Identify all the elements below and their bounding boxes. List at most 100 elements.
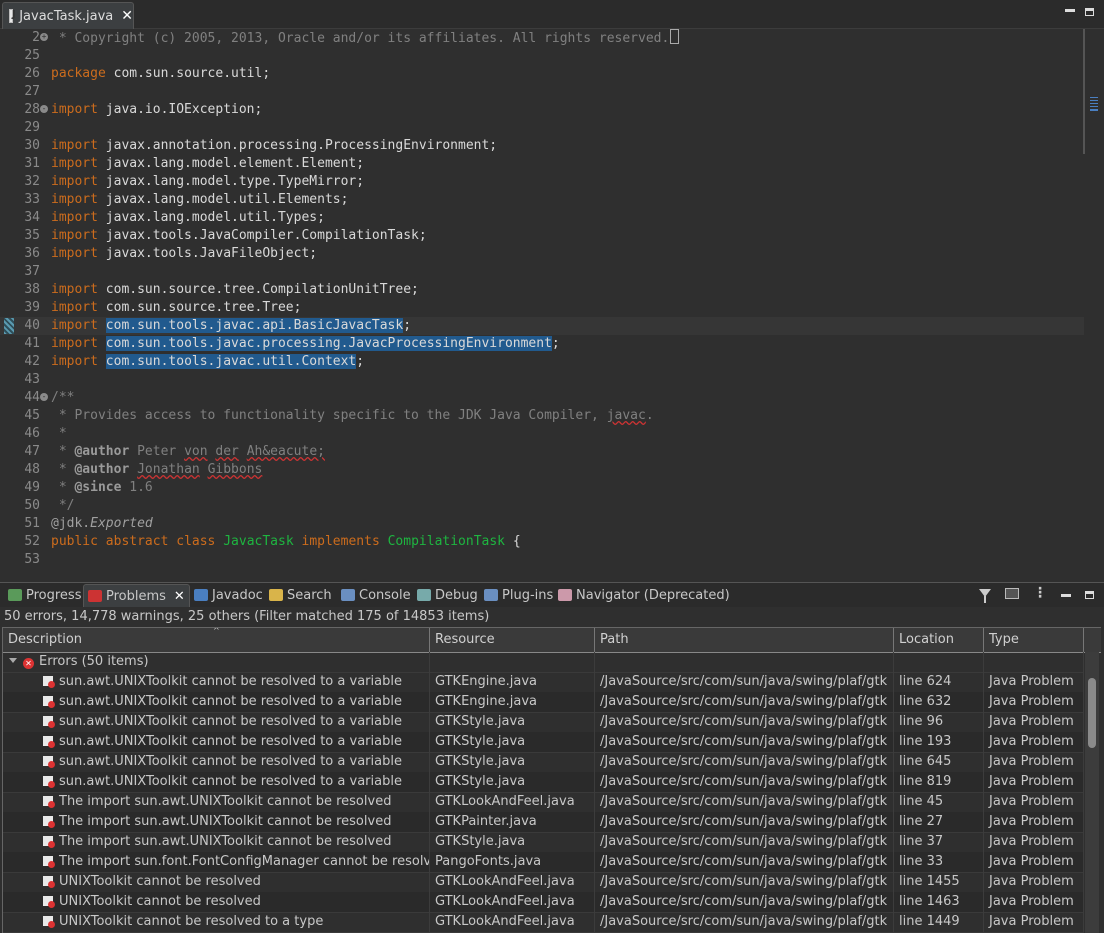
code-text: import com.sun.source.tree.Tree; [51,300,302,315]
code-line[interactable]: 36 import javax.tools.JavaFileObject; [0,245,1084,263]
table-row[interactable]: UNIXToolkit cannot be resolved GTKLookAnd… [3,892,1084,913]
code-line[interactable]: 47 * @author Peter von der Ah&eacute; [0,443,1084,461]
column-header-resource[interactable]: Resource [430,628,595,652]
error-icon [43,876,55,888]
collapse-fold-icon[interactable]: - [40,393,48,401]
code-line[interactable]: 52 public abstract class JavacTask implem… [0,533,1084,551]
table-row[interactable]: sun.awt.UNIXToolkit cannot be resolved t… [3,692,1084,713]
code-line[interactable]: 35 import javax.tools.JavaCompiler.Compil… [0,227,1084,245]
table-row[interactable]: The import sun.awt.UNIXToolkit cannot be… [3,812,1084,833]
code-line[interactable]: 40 import com.sun.tools.javac.api.BasicJa… [0,317,1084,335]
code-line[interactable]: 46 * [0,425,1084,443]
view-tab-label: Plug-ins [502,587,554,603]
line-number: 42 [24,354,40,369]
code-line[interactable]: 38 import com.sun.source.tree.Compilation… [0,281,1084,299]
errors-group-row[interactable]: ✕ Errors (50 items) [3,652,1084,673]
code-line[interactable]: 37 [0,263,1084,281]
table-cell: /JavaSource/src/com/sun/java/swing/plaf/… [595,732,894,752]
view-tab-debug[interactable]: Debug [413,585,478,605]
table-cell: /JavaSource/src/com/sun/java/swing/plaf/… [595,672,894,692]
code-line[interactable]: 33 import javax.lang.model.util.Elements; [0,191,1084,209]
code-line[interactable]: 42 import com.sun.tools.javac.util.Contex… [0,353,1084,371]
code-line[interactable]: 29 [0,119,1084,137]
minimize-icon[interactable] [1065,9,1075,12]
code-line[interactable]: 39 import com.sun.source.tree.Tree; [0,299,1084,317]
problems-summary: 50 errors, 14,778 warnings, 25 others (F… [4,609,490,624]
view-tab-plug-ins[interactable]: Plug-ins [480,585,553,605]
code-line[interactable]: 44-/** [0,389,1084,407]
view-menu-icon[interactable] [1005,587,1019,599]
minimize-icon[interactable] [1061,594,1071,597]
code-line[interactable]: 30 import javax.annotation.processing.Pro… [0,137,1084,155]
table-row[interactable]: sun.awt.UNIXToolkit cannot be resolved t… [3,772,1084,793]
code-text: import com.sun.tools.javac.api.BasicJava… [51,318,412,333]
table-cell: line 1463 [894,892,984,912]
code-editor[interactable]: 2 + * Copyright (c) 2005, 2013, Oracle an… [0,29,1104,574]
table-row[interactable]: UNIXToolkit cannot be resolved GTKLookAnd… [3,872,1084,893]
filter-icon[interactable] [979,589,991,603]
code-line[interactable]: 41 import com.sun.tools.javac.processing.… [0,335,1084,353]
code-line[interactable]: 45 * Provides access to functionality sp… [0,407,1084,425]
collapse-fold-icon[interactable]: - [40,105,48,113]
table-cell: Java Problem [984,732,1084,752]
maximize-icon[interactable] [1085,591,1094,599]
editor-window-controls [1065,4,1094,16]
column-header-path[interactable]: Path [595,628,894,652]
plugins-icon [484,589,498,601]
code-line[interactable]: 28- import java.io.IOException; [0,101,1084,119]
column-header-location[interactable]: Location [894,628,984,652]
java-file-icon [9,9,16,23]
code-line[interactable]: 53 [0,551,1084,569]
code-line[interactable]: 32 import javax.lang.model.type.TypeMirro… [0,173,1084,191]
error-icon [43,816,55,828]
code-line[interactable]: 50 */ [0,497,1084,515]
view-tab-javadoc[interactable]: Javadoc [190,585,263,605]
code-line[interactable]: 25 [0,47,1084,65]
expand-fold-icon[interactable]: + [40,33,48,41]
editor-tab-javactask[interactable]: JavacTask.java ✕ [2,2,134,29]
view-tab-problems[interactable]: Problems ✕ [83,584,190,607]
sort-indicator-icon: ^ [213,627,220,635]
column-header-type[interactable]: Type [984,628,1084,652]
table-cell: The import sun.awt.UNIXToolkit cannot be… [3,832,430,852]
table-row[interactable]: The import sun.awt.UNIXToolkit cannot be… [3,792,1084,813]
code-line[interactable]: 51 @jdk.Exported [0,515,1084,533]
code-line[interactable]: 31 import javax.lang.model.element.Elemen… [0,155,1084,173]
maximize-icon[interactable] [1085,8,1094,16]
view-tab-search[interactable]: Search [265,585,332,605]
view-tab-progress[interactable]: Progress [4,585,81,605]
table-row[interactable]: sun.awt.UNIXToolkit cannot be resolved t… [3,672,1084,693]
view-tab-label: Console [359,587,411,603]
code-line[interactable]: 49 * @since 1.6 [0,479,1084,497]
code-line[interactable]: 26 package com.sun.source.util; [0,65,1084,83]
table-cell: line 819 [894,772,984,792]
table-row[interactable]: The import sun.font.FontConfigManager ca… [3,852,1084,873]
close-icon[interactable]: ✕ [121,8,133,24]
code-text: import javax.tools.JavaFileObject; [51,246,318,261]
scrollbar-thumb[interactable] [1088,678,1096,748]
view-tab-navigator[interactable]: Navigator (Deprecated) [554,585,730,605]
table-cell: The import sun.awt.UNIXToolkit cannot be… [3,792,430,812]
view-tab-label: Navigator (Deprecated) [576,587,730,603]
collapse-icon[interactable] [9,658,17,663]
table-row[interactable]: The import sun.awt.UNIXToolkit cannot be… [3,832,1084,853]
table-row[interactable]: sun.awt.UNIXToolkit cannot be resolved t… [3,712,1084,733]
table-cell: GTKEngine.java [430,672,595,692]
more-options-icon[interactable]: ⋮ [1033,586,1047,600]
code-line[interactable]: 2 + * Copyright (c) 2005, 2013, Oracle an… [0,29,1084,47]
code-line[interactable]: 43 [0,371,1084,389]
line-number: 38 [24,282,40,297]
code-text: * @since 1.6 [51,480,153,495]
code-line[interactable]: 48 * @author Jonathan Gibbons [0,461,1084,479]
table-row[interactable]: sun.awt.UNIXToolkit cannot be resolved t… [3,732,1084,753]
view-tab-console[interactable]: Console [337,585,411,605]
code-line[interactable]: 34 import javax.lang.model.util.Types; [0,209,1084,227]
table-row[interactable]: sun.awt.UNIXToolkit cannot be resolved t… [3,752,1084,773]
problem-description: The import sun.font.FontConfigManager ca… [59,854,430,869]
close-icon[interactable]: ✕ [174,589,185,604]
table-scrollbar[interactable] [1085,652,1099,933]
view-tab-label: Search [287,587,332,603]
table-cell: line 193 [894,732,984,752]
table-row[interactable]: UNIXToolkit cannot be resolved to a type… [3,912,1084,933]
code-line[interactable]: 27 [0,83,1084,101]
